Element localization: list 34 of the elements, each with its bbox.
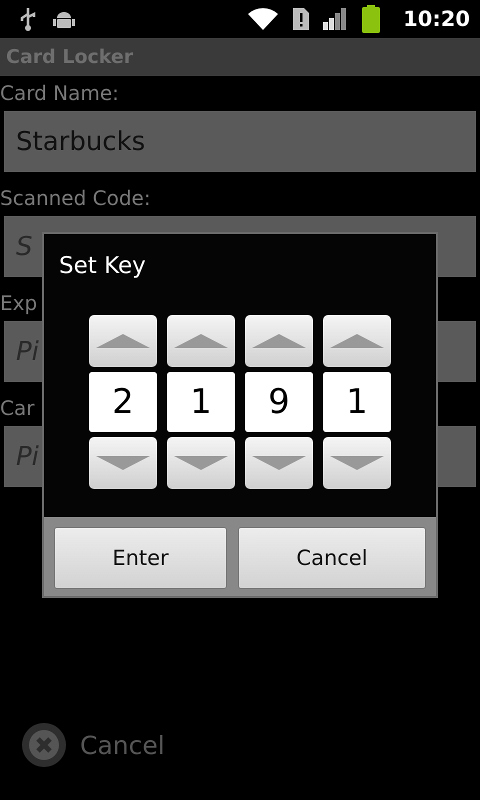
decrement-button[interactable] [323,437,391,489]
digit-display: 1 [323,372,391,432]
down-arrow-icon [174,456,228,470]
up-arrow-icon [96,334,150,348]
wifi-icon [247,7,280,31]
clock: 10:20 [403,7,470,31]
enter-button[interactable]: Enter [54,527,227,589]
field-label: Exp [0,290,38,317]
close-icon [20,721,68,769]
digit-display: 2 [89,372,157,432]
decrement-button[interactable] [245,437,313,489]
decrement-button[interactable] [167,437,235,489]
dialog-title: Set Key [59,253,146,279]
usb-icon [18,6,38,32]
up-arrow-icon [330,334,384,348]
up-arrow-icon [252,334,306,348]
increment-button[interactable] [245,315,313,367]
down-arrow-icon [96,456,150,470]
decrement-button[interactable] [89,437,157,489]
cancel-button[interactable]: Cancel [238,527,426,589]
down-arrow-icon [330,456,384,470]
battery-icon [361,5,382,33]
increment-button[interactable] [89,315,157,367]
increment-button[interactable] [323,315,391,367]
sim-alert-icon [293,8,310,30]
up-arrow-icon [174,334,228,348]
digit-display: 1 [167,372,235,432]
field-label: Scanned Code: [0,185,151,212]
field-label: Card Name: [0,80,119,107]
increment-button[interactable] [167,315,235,367]
digit-display: 9 [245,372,313,432]
field-label: Car [0,395,34,422]
down-arrow-icon [252,456,306,470]
signal-icon [323,8,348,30]
